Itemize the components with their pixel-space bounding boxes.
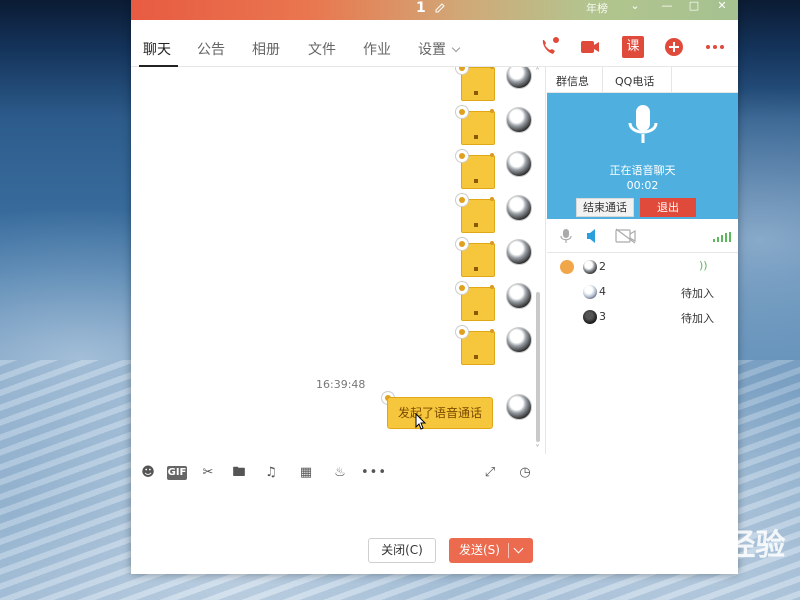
watermark-url: jingyan.baidu.com	[616, 562, 718, 575]
close-button[interactable]: 关闭(C)	[368, 538, 436, 563]
watermark-logo: Baidu 经验	[616, 528, 786, 563]
tab-homework[interactable]: 作业	[363, 39, 391, 59]
folder-icon[interactable]: 🖿	[230, 464, 248, 482]
camera-off-icon[interactable]	[615, 228, 637, 244]
add-app-icon[interactable]	[663, 36, 685, 58]
image-icon[interactable]: ▦	[297, 464, 315, 482]
video-call-icon[interactable]	[579, 36, 601, 58]
tab-files[interactable]: 文件	[308, 39, 336, 59]
message-row	[131, 105, 545, 151]
voice-chat-status: 正在语音聊天	[609, 164, 676, 177]
avatar[interactable]	[506, 67, 532, 89]
window-user-name[interactable]: 年榜	[586, 0, 608, 16]
mouse-cursor-icon	[415, 413, 427, 430]
tab-qq-call[interactable]: QQ电话	[615, 73, 654, 89]
qq-group-chat-window: 1 年榜 ⌄ — □ ✕ 聊天 公告 相册 文件 作业 设置 课 16:39:4…	[131, 0, 738, 574]
course-icon[interactable]: 课	[622, 36, 644, 58]
voice-call-icon[interactable]	[538, 36, 560, 58]
message-timestamp: 16:39:48	[316, 378, 366, 391]
send-button-label: 发送(S)	[459, 543, 500, 557]
message-row	[131, 149, 545, 195]
call-duration: 00:02	[626, 179, 659, 192]
tab-album[interactable]: 相册	[252, 39, 280, 59]
chevron-down-icon	[451, 43, 461, 53]
member-name: 4	[599, 285, 606, 298]
avatar[interactable]	[506, 394, 532, 420]
message-row	[131, 237, 545, 283]
call-member-row[interactable]: 3 待加入	[547, 306, 738, 330]
chat-scrollbar[interactable]	[536, 292, 540, 442]
main-tab-bar: 聊天 公告 相册 文件 作业 设置	[131, 20, 738, 67]
signal-strength-icon	[713, 232, 731, 242]
call-member-row[interactable]: 2 ))	[547, 256, 738, 280]
level-badge-icon	[455, 325, 469, 339]
speaker-icon[interactable]	[585, 228, 599, 244]
mic-toggle-icon[interactable]	[559, 228, 573, 244]
avatar[interactable]	[506, 327, 532, 353]
history-clock-icon[interactable]: ◷	[516, 464, 534, 482]
close-icon[interactable]: ✕	[715, 0, 729, 14]
avatar[interactable]	[506, 239, 532, 265]
level-badge-icon	[455, 281, 469, 295]
tab-group-info[interactable]: 群信息	[556, 73, 589, 89]
avatar	[583, 285, 597, 299]
window-title-number: 1	[416, 0, 426, 16]
exit-call-button[interactable]: 退出	[640, 198, 696, 217]
scroll-down-icon[interactable]: ˅	[535, 444, 540, 454]
scroll-up-icon[interactable]: ˄	[535, 67, 540, 78]
message-row	[131, 67, 545, 107]
chevron-down-icon[interactable]: ⌄	[628, 0, 642, 14]
send-button-divider	[508, 543, 509, 558]
member-status: 待加入	[681, 312, 714, 325]
call-member-row[interactable]: 4 待加入	[547, 281, 738, 305]
edit-icon[interactable]	[434, 2, 446, 14]
host-user-icon	[560, 260, 574, 274]
member-name: 3	[599, 310, 606, 323]
send-button[interactable]: 发送(S)	[449, 538, 533, 563]
right-panel-tabs: 群信息 QQ电话	[547, 67, 738, 93]
more-tools-icon[interactable]: •••	[361, 464, 386, 482]
maximize-icon[interactable]: □	[687, 0, 701, 14]
voice-chat-panel: 正在语音聊天 00:02 结束通话 退出	[547, 93, 738, 219]
tab-chat[interactable]: 聊天	[143, 39, 171, 59]
message-row	[131, 325, 545, 371]
microphone-icon	[628, 105, 658, 143]
level-badge-icon	[455, 105, 469, 119]
call-controls	[547, 219, 738, 253]
call-started-bubble[interactable]: 发起了语音通话	[387, 397, 493, 429]
avatar[interactable]	[506, 151, 532, 177]
scissors-icon[interactable]: ✂	[199, 464, 217, 482]
level-badge-icon	[455, 237, 469, 251]
right-panel: 群信息 QQ电话 正在语音聊天 00:02 结束通话 退出 2)) 4 待加入…	[547, 67, 738, 574]
minimize-icon[interactable]: —	[660, 0, 674, 14]
bell-icon[interactable]: ♨	[331, 464, 349, 482]
end-call-button[interactable]: 结束通话	[576, 198, 634, 217]
member-status: 待加入	[681, 287, 714, 300]
expand-icon[interactable]: ⤢	[481, 464, 499, 482]
music-icon[interactable]: ♫	[262, 464, 280, 482]
avatar	[583, 260, 597, 274]
tab-settings-label: 设置	[418, 42, 446, 58]
gif-icon[interactable]: GIF	[167, 466, 187, 480]
level-badge-icon	[455, 149, 469, 163]
avatar[interactable]	[506, 283, 532, 309]
tab-settings[interactable]: 设置	[418, 39, 461, 59]
speaking-wave-icon: ))	[699, 259, 708, 272]
message-row	[131, 193, 545, 239]
emoji-icon[interactable]: ☻	[139, 464, 157, 482]
avatar[interactable]	[506, 107, 532, 133]
more-options-icon[interactable]	[704, 36, 726, 58]
level-badge-icon	[455, 193, 469, 207]
avatar[interactable]	[506, 195, 532, 221]
member-name: 2	[599, 260, 606, 273]
chat-message-area[interactable]: 16:39:48 发起了语音通话 ˄ ˅	[131, 67, 546, 454]
tab-announcement[interactable]: 公告	[197, 39, 225, 59]
composer-toolbar: ☻ GIF ✂ 🖿 ♫ ▦ ♨ ••• ⤢ ◷	[131, 454, 546, 492]
title-bar: 1 年榜 ⌄ — □ ✕	[131, 0, 738, 20]
send-options-chevron-icon[interactable]	[513, 543, 524, 554]
avatar	[583, 310, 597, 324]
baidu-jingyan-watermark: Baidu 经验 jingyan.baidu.com	[616, 520, 786, 575]
message-row	[131, 281, 545, 327]
